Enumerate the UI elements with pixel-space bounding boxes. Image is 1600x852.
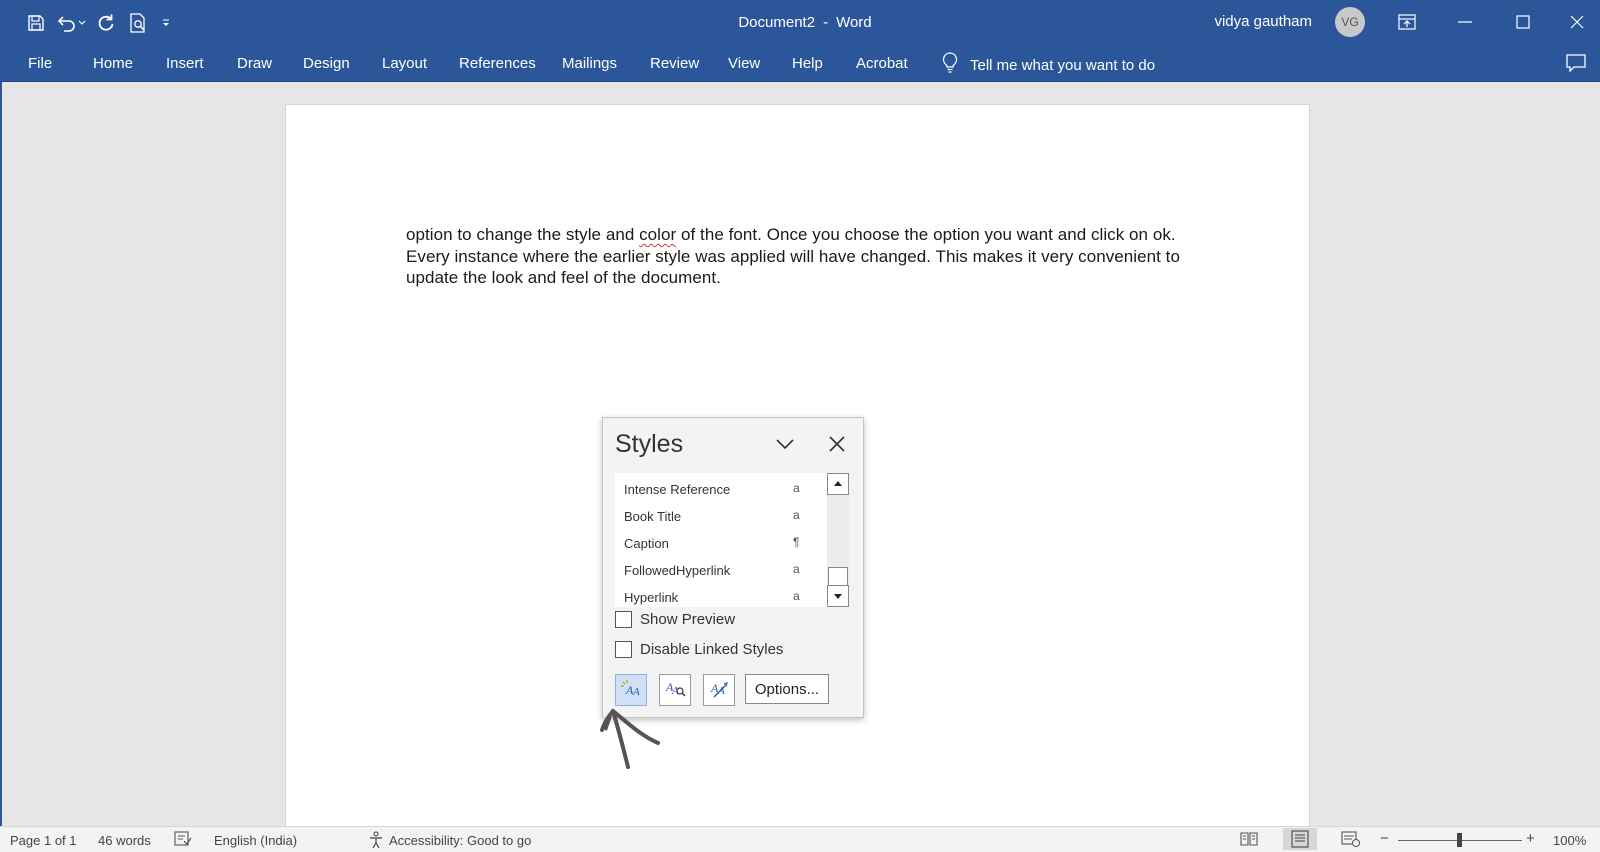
zoom-level[interactable]: 100%	[1553, 833, 1586, 848]
manage-styles-icon: AA	[708, 678, 730, 703]
character-style-marker: a	[793, 481, 800, 495]
paragraph-text-start: option to change the style and	[406, 225, 640, 244]
style-item-book-title[interactable]: Book Title a	[615, 502, 827, 529]
user-name[interactable]: vidya gautham	[1214, 13, 1312, 30]
style-inspector-icon: AA	[664, 678, 686, 703]
character-style-marker: a	[793, 562, 800, 576]
accessibility-status[interactable]: Accessibility: Good to go	[389, 833, 531, 848]
app-name: Word	[836, 14, 872, 31]
scroll-up-icon[interactable]	[827, 473, 849, 495]
close-icon[interactable]	[825, 432, 849, 456]
style-item-name: Book Title	[624, 509, 682, 524]
tab-layout[interactable]: Layout	[382, 55, 427, 72]
accessibility-icon	[367, 831, 385, 852]
show-preview-label: Show Preview	[640, 611, 736, 628]
character-style-marker: a	[793, 508, 800, 522]
ribbon-display-options-icon[interactable]	[1384, 6, 1430, 38]
tab-insert[interactable]: Insert	[166, 55, 204, 72]
comments-icon[interactable]	[1566, 54, 1586, 77]
style-item-name: Intense Reference	[624, 482, 731, 497]
show-preview-checkbox[interactable]	[615, 611, 632, 628]
tab-view[interactable]: View	[728, 55, 760, 72]
ribbon-tabs: File Home Insert Draw Design Layout Refe…	[0, 46, 1600, 82]
maximize-icon[interactable]	[1500, 6, 1546, 38]
lightbulb-icon	[942, 52, 958, 78]
zoom-slider-thumb[interactable]	[1457, 833, 1462, 847]
tell-me-search[interactable]: Tell me what you want to do	[942, 52, 1155, 78]
disable-linked-styles-option[interactable]: Disable Linked Styles	[615, 641, 783, 658]
paragraph-style-marker: ¶	[793, 535, 800, 549]
styles-pane: Styles Intense Reference a Book Title a …	[602, 417, 864, 718]
disable-linked-styles-label: Disable Linked Styles	[640, 641, 784, 658]
tab-acrobat[interactable]: Acrobat	[856, 55, 908, 72]
proofing-icon[interactable]	[174, 831, 192, 850]
minimize-icon[interactable]	[1442, 6, 1488, 38]
status-bar: Page 1 of 1 46 words English (India) Acc…	[0, 826, 1600, 852]
chevron-down-icon[interactable]	[773, 432, 797, 456]
tab-mailings[interactable]: Mailings	[562, 55, 617, 72]
style-item-hyperlink[interactable]: Hyperlink a	[615, 583, 827, 610]
title-separator: -	[823, 14, 829, 31]
style-item-name: Hyperlink	[624, 590, 679, 605]
options-button[interactable]: Options...	[745, 674, 829, 704]
style-item-followedhyperlink[interactable]: FollowedHyperlink a	[615, 556, 827, 583]
new-style-icon: AA	[620, 678, 642, 703]
page-count[interactable]: Page 1 of 1	[10, 833, 77, 848]
scroll-down-icon[interactable]	[827, 585, 849, 607]
show-preview-option[interactable]: Show Preview	[615, 611, 735, 628]
tab-draw[interactable]: Draw	[237, 55, 272, 72]
character-style-marker: a	[793, 589, 800, 603]
style-inspector-button[interactable]: AA	[659, 674, 691, 706]
avatar[interactable]: VG	[1335, 7, 1365, 37]
svg-text:A: A	[671, 685, 679, 697]
zoom-out-button[interactable]: −	[1380, 830, 1389, 847]
styles-pane-title[interactable]: Styles	[615, 430, 683, 459]
manage-styles-button[interactable]: AA	[703, 674, 735, 706]
language[interactable]: English (India)	[214, 833, 297, 848]
read-mode-icon[interactable]	[1240, 831, 1258, 850]
title-bar: Document2- Word vidya gautham VG	[0, 0, 1600, 46]
svg-text:A: A	[632, 686, 640, 698]
document-paragraph[interactable]: option to change the style and color of …	[406, 224, 1196, 289]
word-count[interactable]: 46 words	[98, 833, 151, 848]
tab-review[interactable]: Review	[650, 55, 699, 72]
tab-design[interactable]: Design	[303, 55, 350, 72]
web-layout-icon[interactable]	[1341, 831, 1361, 850]
tab-file[interactable]: File	[28, 55, 52, 72]
tab-help[interactable]: Help	[792, 55, 823, 72]
zoom-in-button[interactable]: +	[1526, 830, 1535, 847]
tell-me-label: Tell me what you want to do	[970, 56, 1156, 74]
style-item-caption[interactable]: Caption ¶	[615, 529, 827, 556]
style-item-name: Caption	[624, 536, 669, 551]
style-list-scrollbar[interactable]	[827, 473, 849, 607]
print-layout-icon[interactable]	[1283, 828, 1317, 850]
tab-home[interactable]: Home	[93, 55, 133, 72]
style-list[interactable]: Intense Reference a Book Title a Caption…	[615, 473, 827, 607]
style-item-intense-reference[interactable]: Intense Reference a	[615, 475, 827, 502]
style-item-name: FollowedHyperlink	[624, 563, 731, 578]
new-style-button[interactable]: AA	[615, 674, 647, 706]
misspelled-word[interactable]: color	[639, 225, 676, 244]
annotation-arrow	[600, 703, 670, 778]
tab-references[interactable]: References	[459, 55, 536, 72]
document-name: Document2	[738, 14, 816, 31]
close-window-icon[interactable]	[1554, 6, 1600, 38]
disable-linked-styles-checkbox[interactable]	[615, 641, 632, 658]
